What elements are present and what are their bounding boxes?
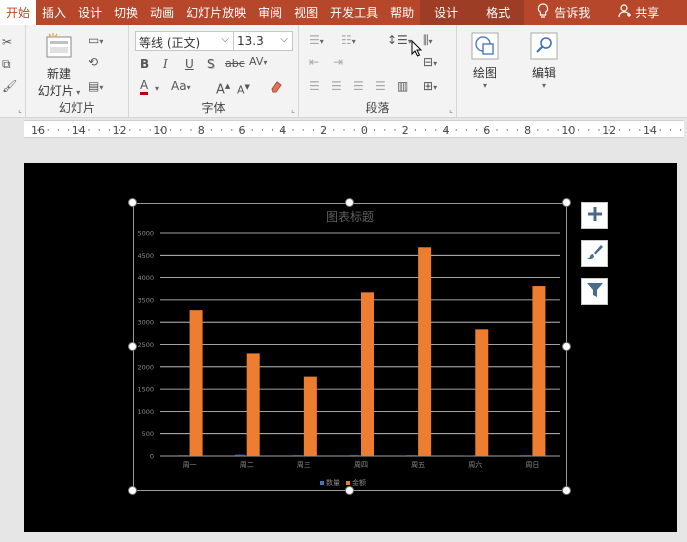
resize-handle-bottom[interactable] (345, 486, 354, 495)
plus-icon (587, 206, 603, 225)
paragraph-group-label: 段落 (365, 101, 390, 115)
new-slide-button[interactable]: 新建 幻灯片 ▾ (36, 31, 82, 99)
resize-handle-top-left[interactable] (128, 198, 137, 207)
filter-icon (586, 281, 604, 302)
resize-handle-top-right[interactable] (562, 198, 571, 207)
decrease-indent-icon[interactable]: ⇤ (309, 55, 319, 69)
new-slide-label-2: 幻灯片 ▾ (37, 84, 81, 98)
mouse-cursor-icon (411, 39, 423, 61)
grow-font-button[interactable]: A▲ (216, 79, 230, 97)
bullets-icon[interactable]: ☰▾ (309, 33, 324, 49)
drawing-label: 绘图 (472, 66, 497, 80)
cut-icon[interactable]: ✂ (2, 35, 12, 49)
columns-icon[interactable]: ▥ (397, 79, 408, 93)
search-icon (529, 31, 559, 61)
legend-swatch-blue (320, 481, 324, 485)
char-spacing-button[interactable]: AV▾ (249, 55, 267, 70)
resize-handle-left[interactable] (128, 342, 137, 351)
strikethrough-button[interactable]: abc (225, 57, 245, 71)
share-label: 共享 (635, 6, 660, 20)
align-left-icon[interactable]: ☰ (309, 79, 320, 93)
shrink-font-button[interactable]: A▼ (237, 80, 250, 98)
reset-icon[interactable]: ⟲ (88, 55, 98, 69)
line-spacing-icon[interactable]: ↕☰▾ (387, 33, 412, 49)
new-slide-icon (44, 31, 74, 61)
chart-styles-button[interactable] (581, 240, 608, 267)
legend-swatch-orange (346, 481, 350, 485)
tab-home[interactable]: 开始 (0, 0, 37, 25)
chart-selection-frame[interactable] (133, 203, 567, 491)
tab-chart-format[interactable]: 格式 (472, 0, 525, 25)
resize-handle-bottom-right[interactable] (562, 486, 571, 495)
font-group: 等线 (正文) ⌵ 13.3 ⌵ B I U S abc AV▾ A ▾ Aa▾ A… (129, 25, 299, 118)
chevron-down-icon: ⌵ (221, 34, 229, 45)
align-center-icon[interactable]: ☰ (331, 79, 342, 93)
chevron-down-icon: ⌵ (280, 34, 288, 45)
chart-elements-button[interactable] (581, 202, 608, 229)
tab-chart-design[interactable]: 设计 (420, 0, 473, 25)
resize-handle-right[interactable] (562, 342, 571, 351)
shadow-button[interactable]: S (207, 57, 215, 71)
bold-button[interactable]: B (140, 57, 149, 71)
font-color-button[interactable]: A (140, 79, 149, 95)
share-button[interactable]: 共享 (618, 4, 659, 21)
font-name-select[interactable]: 等线 (正文) ⌵ (135, 31, 234, 51)
paragraph-launcher-icon[interactable]: ⌞ (449, 105, 453, 114)
drawing-group: 绘图 ▾ (457, 25, 514, 118)
ribbon: ✂ ⧉ 🖌 ⌞ 新建 幻灯片 ▾ ▭▾ ⟲ ▤▾ 幻灯片 等线 (正文) ⌵ 1… (0, 25, 687, 118)
numbering-icon[interactable]: ☷▾ (341, 33, 356, 49)
tab-animations[interactable]: 动画 (144, 0, 180, 25)
font-size-select[interactable]: 13.3 ⌵ (233, 31, 293, 51)
layout-icon[interactable]: ▭▾ (88, 33, 103, 49)
italic-button[interactable]: I (163, 57, 168, 71)
tab-insert[interactable]: 插入 (36, 0, 72, 25)
paintbrush-icon (586, 243, 604, 264)
clipboard-group: ✂ ⧉ 🖌 ⌞ (0, 25, 26, 118)
change-case-button[interactable]: Aa▾ (171, 79, 191, 95)
paragraph-group: ☰▾ ☷▾ ↕☰▾ ⫼▾ ⇤ ⇥ ⊟▾ ☰ ☰ ☰ ☰ ▥ ⊞▾ 段落 ⌞ (299, 25, 457, 118)
tab-view[interactable]: 视图 (288, 0, 324, 25)
copy-icon[interactable]: ⧉ (2, 57, 11, 71)
tab-design[interactable]: 设计 (72, 0, 108, 25)
new-slide-label-1: 新建 (46, 67, 71, 81)
tab-review[interactable]: 审阅 (252, 0, 288, 25)
slides-group: 新建 幻灯片 ▾ ▭▾ ⟲ ▤▾ 幻灯片 (26, 25, 129, 118)
horizontal-ruler[interactable]: 1614121086420246810121416 (24, 120, 684, 138)
chart-title[interactable]: 图表标题 (133, 208, 567, 225)
tab-transitions[interactable]: 切换 (108, 0, 144, 25)
slides-group-label: 幻灯片 (58, 101, 95, 115)
align-right-icon[interactable]: ☰ (353, 79, 364, 93)
lightbulb-icon (532, 2, 554, 23)
resize-handle-bottom-left[interactable] (128, 486, 137, 495)
font-group-label: 字体 (201, 101, 226, 115)
ruler-ticks: 1614121086420246810121416 (31, 124, 684, 137)
editing-group: 编辑 ▾ (514, 25, 574, 118)
tab-developer[interactable]: 开发工具 (324, 0, 384, 25)
format-painter-icon[interactable]: 🖌 (2, 79, 17, 93)
editing-button[interactable]: 编辑 ▾ (524, 31, 564, 90)
clipboard-launcher-icon[interactable]: ⌞ (18, 105, 22, 114)
editing-label: 编辑 (531, 66, 556, 80)
tell-me-search[interactable]: 告诉我 (554, 4, 590, 21)
align-text-icon[interactable]: ⊟▾ (423, 55, 437, 71)
tab-slideshow[interactable]: 幻灯片放映 (180, 0, 252, 25)
person-icon (618, 4, 632, 21)
section-icon[interactable]: ▤▾ (88, 79, 103, 95)
resize-handle-top[interactable] (345, 198, 354, 207)
font-color-dropdown-icon[interactable]: ▾ (155, 80, 159, 96)
drawing-button[interactable]: 绘图 ▾ (465, 31, 505, 90)
clear-formatting-icon[interactable] (269, 79, 283, 96)
increase-indent-icon[interactable]: ⇥ (333, 55, 343, 69)
text-direction-icon[interactable]: ⫼▾ (423, 33, 433, 49)
chart-legend[interactable]: 数量 金额 (320, 478, 366, 488)
legend-item-quantity: 数量 (320, 478, 340, 488)
justify-icon[interactable]: ☰ (375, 79, 386, 93)
font-launcher-icon[interactable]: ⌞ (291, 105, 295, 114)
ribbon-tab-bar: 开始 插入 设计 切换 动画 幻灯片放映 审阅 视图 开发工具 帮助 设计 格式… (0, 0, 687, 25)
shapes-icon (470, 31, 500, 61)
underline-button[interactable]: U (185, 57, 194, 71)
tab-help[interactable]: 帮助 (384, 0, 420, 25)
smartart-icon[interactable]: ⊞▾ (423, 79, 437, 95)
chart-filters-button[interactable] (581, 278, 608, 305)
